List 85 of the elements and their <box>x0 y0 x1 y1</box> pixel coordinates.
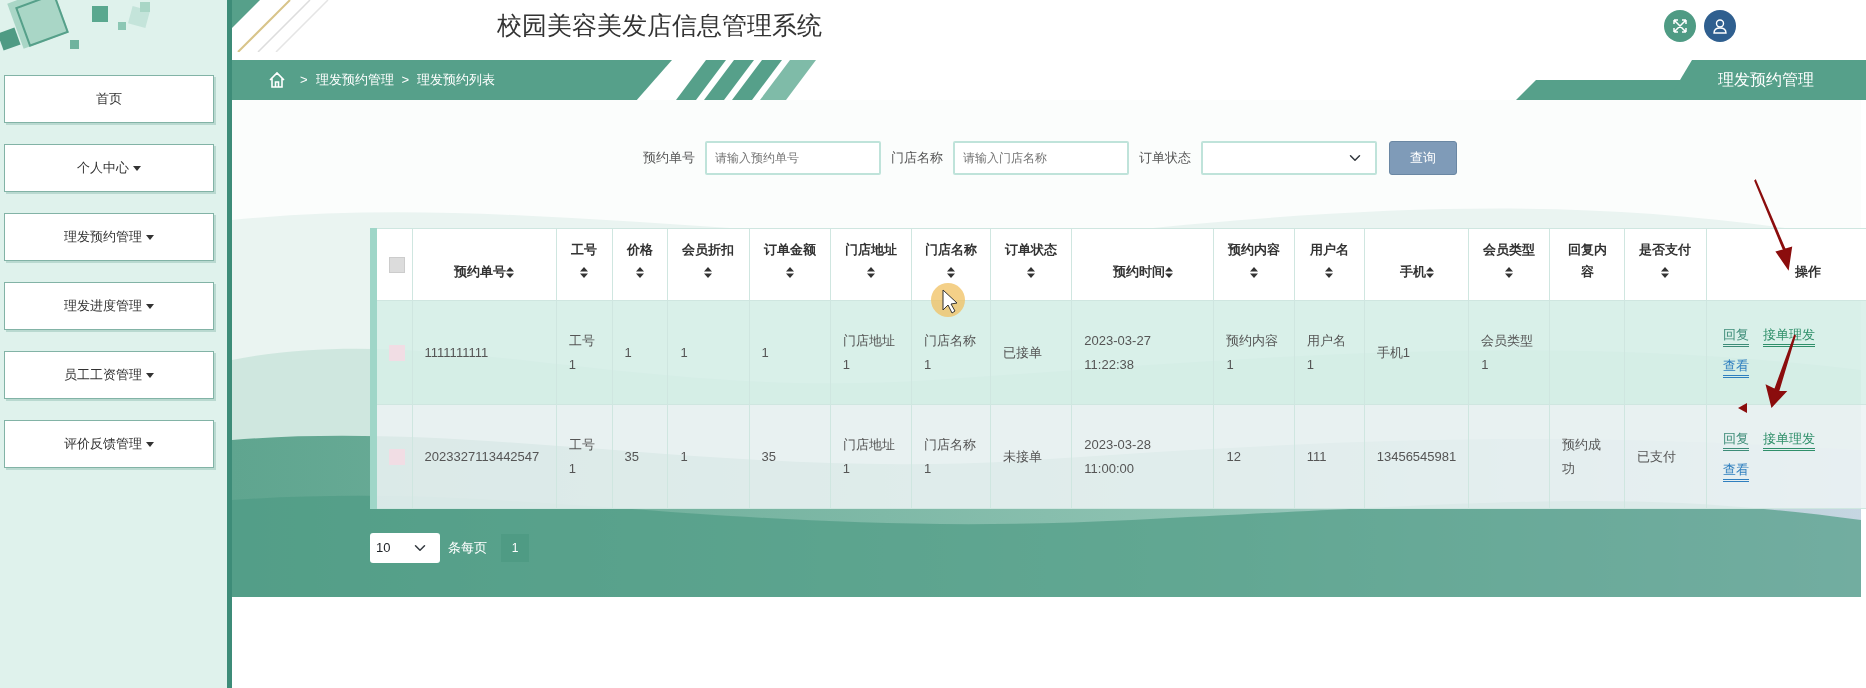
table-cell: 已接单 <box>1003 344 1043 360</box>
column-header[interactable]: 预约内容 <box>1228 242 1281 257</box>
field-label: 门店名称 <box>891 149 943 168</box>
reply-link[interactable]: 回复 <box>1722 429 1749 451</box>
sort-icon[interactable] <box>1027 267 1036 278</box>
table-cell: 2023-03-28 11:00:00 <box>1084 436 1151 476</box>
breadcrumb-separator: > <box>300 71 308 90</box>
table-cell: 门店名称1 <box>924 332 976 372</box>
sidebar-item[interactable]: 首页 <box>4 75 214 123</box>
sort-icon[interactable] <box>635 267 644 278</box>
fullscreen-icon[interactable] <box>1664 10 1696 42</box>
sidebar-item[interactable]: 个人中心 <box>4 144 214 192</box>
table-cell: 35 <box>761 448 777 464</box>
table-cell: 预约成功 <box>1562 436 1602 476</box>
table-cell: 111 <box>1306 448 1327 464</box>
table-cell: 35 <box>624 448 639 464</box>
page-size-select[interactable]: 10 <box>370 533 440 563</box>
sort-icon[interactable] <box>506 266 515 278</box>
sort-icon[interactable] <box>1325 267 1334 278</box>
table-cell: 未接单 <box>1003 448 1043 464</box>
column-header[interactable]: 会员折扣 <box>682 242 735 257</box>
checkbox[interactable] <box>389 256 405 273</box>
sort-icon[interactable] <box>947 267 956 278</box>
table-cell: 1 <box>680 344 688 360</box>
table-cell: 门店地址1 <box>842 436 895 476</box>
table-cell: 预约内容1 <box>1226 332 1279 372</box>
accept-link[interactable]: 接单理发 <box>1762 429 1815 451</box>
home-icon[interactable] <box>268 71 286 89</box>
table-cell: 1 <box>680 448 688 464</box>
view-link[interactable]: 查看 <box>1722 356 1749 378</box>
sort-icon[interactable] <box>1425 266 1434 278</box>
view-link[interactable]: 查看 <box>1722 460 1749 482</box>
column-header[interactable]: 价格 <box>626 242 653 257</box>
sidebar-item[interactable]: 理发进度管理 <box>4 282 214 330</box>
column-header[interactable]: 订单状态 <box>1005 242 1058 257</box>
sidebar-item[interactable]: 理发预约管理 <box>4 213 214 261</box>
column-header[interactable]: 预约单号 <box>454 263 515 279</box>
sort-icon[interactable] <box>1661 267 1670 278</box>
column-header[interactable]: 是否支付 <box>1639 242 1692 257</box>
column-header[interactable]: 门店名称 <box>925 242 978 257</box>
table-cell: 12 <box>1226 448 1241 464</box>
field-label: 预约单号 <box>643 149 695 168</box>
sort-icon[interactable] <box>1250 267 1259 278</box>
page-size-label: 条每页 <box>448 539 487 558</box>
table-cell: 门店地址1 <box>842 332 895 372</box>
text-field[interactable]: 请输入预约单号 <box>705 141 881 175</box>
breadcrumb-separator: > <box>401 71 410 90</box>
sort-icon[interactable] <box>580 267 589 278</box>
sort-icon[interactable] <box>1164 266 1173 278</box>
table-cell: 手机1 <box>1376 344 1410 360</box>
table-cell: 门店名称1 <box>924 436 976 476</box>
annotation-arrowhead <box>1738 403 1747 413</box>
column-header[interactable]: 预约时间 <box>1112 263 1173 279</box>
table-cell: 2023327113442547 <box>424 448 540 464</box>
checkbox[interactable] <box>389 344 405 361</box>
sort-icon[interactable] <box>866 267 875 278</box>
sort-icon[interactable] <box>704 267 713 278</box>
table-cell: 工号1 <box>568 436 595 476</box>
table-cell: 13456545981 <box>1376 448 1457 464</box>
column-header: 操作 <box>1794 263 1821 279</box>
user-icon[interactable] <box>1704 10 1736 42</box>
table-cell: 用户名1 <box>1306 332 1346 372</box>
column-header[interactable]: 手机 <box>1399 263 1434 279</box>
column-header[interactable]: 工号 <box>571 242 598 257</box>
table-cell: 工号1 <box>568 332 595 372</box>
sort-icon[interactable] <box>1505 267 1514 278</box>
table-cell: 1 <box>624 344 632 360</box>
sort-icon[interactable] <box>785 267 794 278</box>
table-cell: 2023-03-27 11:22:38 <box>1084 332 1151 372</box>
table-cell: 1 <box>761 344 769 360</box>
select-field[interactable] <box>1201 141 1377 175</box>
system-title: 校园美容美发店信息管理系统 <box>497 10 822 42</box>
table-cell: 会员类型1 <box>1481 332 1534 372</box>
table-cell: 1111111111 <box>424 344 489 360</box>
column-header[interactable]: 会员类型 <box>1483 242 1536 257</box>
sidebar-item[interactable]: 员工工资管理 <box>4 351 214 399</box>
field-label: 订单状态 <box>1139 149 1191 168</box>
column-header[interactable]: 订单金额 <box>763 242 816 257</box>
column-header[interactable]: 门店地址 <box>844 242 897 257</box>
reply-link[interactable]: 回复 <box>1722 325 1749 347</box>
column-header: 回复内容 <box>1567 242 1607 279</box>
sidebar-item[interactable]: 评价反馈管理 <box>4 420 214 468</box>
table-cell: 已支付 <box>1636 448 1676 464</box>
column-header[interactable]: 用户名 <box>1309 242 1349 257</box>
text-field[interactable]: 请输入门店名称 <box>953 141 1129 175</box>
